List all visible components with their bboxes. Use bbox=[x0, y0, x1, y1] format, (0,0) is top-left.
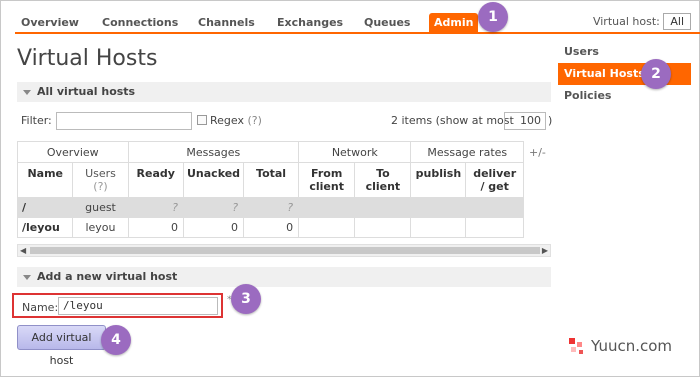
items-count: 2 items (show at most bbox=[391, 114, 514, 127]
filter-input[interactable] bbox=[56, 112, 192, 130]
watermark-text: Yuucn.com bbox=[591, 337, 673, 355]
group-message-rates: Message rates bbox=[410, 141, 524, 163]
vhost-name-input[interactable]: /leyou bbox=[58, 297, 218, 315]
col-ready[interactable]: Ready bbox=[127, 162, 184, 198]
regex-checkbox[interactable] bbox=[197, 115, 207, 125]
cell-publish bbox=[410, 217, 467, 238]
watermark-logo-icon bbox=[569, 338, 583, 354]
col-users-label: Users bbox=[85, 167, 116, 180]
group-network: Network bbox=[298, 141, 412, 163]
table-row[interactable]: /leyou leyou 0 0 0 bbox=[16, 217, 524, 238]
vhosts-table: Overview Messages Network Message rates … bbox=[16, 141, 524, 238]
all-vhosts-title: All virtual hosts bbox=[37, 85, 136, 98]
step-badge-4: 4 bbox=[101, 325, 131, 355]
regex-text: Regex bbox=[210, 114, 244, 127]
col-users[interactable]: Users (?) bbox=[72, 162, 129, 198]
add-vhost-button[interactable]: Add virtual host bbox=[17, 325, 106, 367]
name-label: Name: bbox=[22, 301, 59, 314]
vhost-selector: Virtual host: All bbox=[593, 13, 691, 30]
col-name[interactable]: Name bbox=[16, 162, 74, 198]
vhost-select[interactable]: All bbox=[663, 13, 691, 30]
step-badge-1: 1 bbox=[478, 2, 508, 32]
sidebar-item-virtual-hosts[interactable]: Virtual Hosts bbox=[558, 63, 691, 85]
col-from-client[interactable]: From client bbox=[298, 162, 356, 198]
table-group-header-row: Overview Messages Network Message rates bbox=[17, 141, 524, 163]
top-nav: Overview Connections Channels Exchanges … bbox=[15, 9, 700, 34]
col-total[interactable]: Total bbox=[243, 162, 300, 198]
regex-help-link[interactable]: (?) bbox=[247, 114, 261, 127]
filter-label: Filter: bbox=[21, 114, 52, 127]
cell-name[interactable]: / bbox=[16, 197, 74, 218]
col-publish[interactable]: publish bbox=[410, 162, 467, 198]
admin-sidebar: Users Virtual Hosts Policies bbox=[558, 41, 691, 107]
cell-deliver-get bbox=[465, 197, 524, 218]
cell-deliver-get bbox=[465, 217, 524, 238]
cell-ready: ? bbox=[127, 197, 184, 218]
collapse-triangle-icon bbox=[23, 89, 31, 95]
cell-from-client bbox=[298, 197, 356, 218]
col-to-client[interactable]: To client bbox=[354, 162, 412, 198]
tab-admin[interactable]: Admin bbox=[429, 13, 479, 32]
regex-label: Regex (?) bbox=[210, 114, 262, 127]
horizontal-scrollbar[interactable]: ◀ ▶ bbox=[17, 244, 551, 257]
tab-queues[interactable]: Queues bbox=[364, 13, 410, 32]
tab-channels[interactable]: Channels bbox=[198, 13, 255, 32]
name-field-highlight: Name: /leyou bbox=[12, 293, 223, 318]
table-header-row: Name Users (?) Ready Unacked Total From … bbox=[16, 162, 524, 198]
cell-to-client bbox=[354, 217, 412, 238]
cell-unacked: 0 bbox=[182, 217, 245, 238]
cell-ready: 0 bbox=[127, 217, 184, 238]
col-deliver-get[interactable]: deliver / get bbox=[465, 162, 524, 198]
all-vhosts-section-header[interactable]: All virtual hosts bbox=[17, 82, 551, 102]
col-unacked[interactable]: Unacked bbox=[182, 162, 245, 198]
cell-from-client bbox=[298, 217, 356, 238]
page-title: Virtual Hosts bbox=[17, 46, 158, 71]
scroll-right-icon[interactable]: ▶ bbox=[542, 246, 548, 255]
step-badge-2: 2 bbox=[641, 59, 671, 89]
add-vhost-title: Add a new virtual host bbox=[37, 270, 178, 283]
group-overview: Overview bbox=[17, 141, 129, 163]
add-vhost-section-header[interactable]: Add a new virtual host bbox=[17, 267, 551, 287]
cell-publish bbox=[410, 197, 467, 218]
column-toggle[interactable]: +/- bbox=[529, 146, 546, 159]
cell-unacked: ? bbox=[182, 197, 245, 218]
sidebar-item-policies[interactable]: Policies bbox=[558, 85, 691, 107]
step-badge-3: 3 bbox=[231, 284, 261, 314]
filter-row: Filter: Regex (?) 2 items (show at most … bbox=[21, 112, 553, 130]
vhost-label: Virtual host: bbox=[592, 15, 660, 28]
max-items-input[interactable]: 100 bbox=[504, 112, 546, 130]
group-messages: Messages bbox=[127, 141, 300, 163]
col-users-help[interactable]: (?) bbox=[93, 180, 107, 193]
cell-users: leyou bbox=[72, 217, 129, 238]
tab-exchanges[interactable]: Exchanges bbox=[277, 13, 343, 32]
cell-total: 0 bbox=[243, 217, 300, 238]
close-paren: ) bbox=[548, 114, 553, 127]
cell-name[interactable]: /leyou bbox=[16, 217, 74, 238]
scrollbar-thumb[interactable] bbox=[30, 247, 540, 254]
cell-total: ? bbox=[243, 197, 300, 218]
cell-users: guest bbox=[72, 197, 129, 218]
collapse-triangle-icon bbox=[23, 274, 31, 280]
table-row[interactable]: / guest ? ? ? bbox=[16, 197, 524, 218]
tab-overview[interactable]: Overview bbox=[21, 13, 79, 32]
sidebar-item-users[interactable]: Users bbox=[558, 41, 691, 63]
cell-to-client bbox=[354, 197, 412, 218]
watermark: Yuucn.com bbox=[567, 336, 691, 358]
tab-connections[interactable]: Connections bbox=[102, 13, 178, 32]
window-frame: Overview Connections Channels Exchanges … bbox=[0, 0, 700, 377]
scroll-left-icon[interactable]: ◀ bbox=[20, 246, 26, 255]
